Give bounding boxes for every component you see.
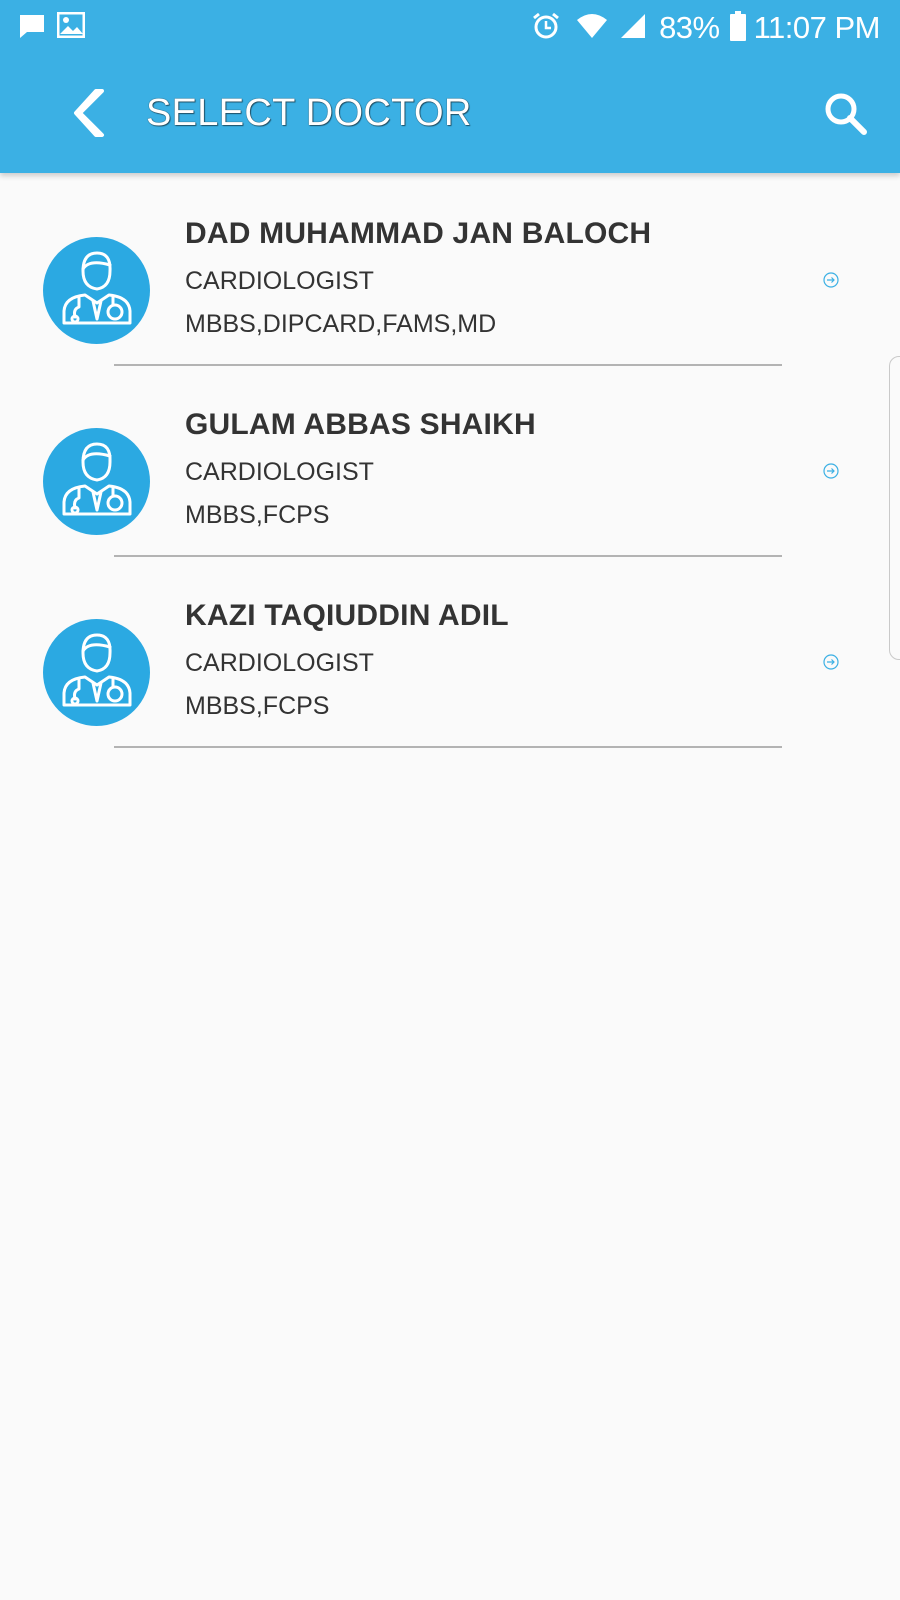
doctor-qualifications: MBBS,DIPCARD,FAMS,MD [185,310,497,338]
doctor-name: DAD MUHAMMAD JAN BALOCH [185,217,652,250]
alarm-icon [531,11,561,46]
list-divider [114,746,782,748]
battery-icon [729,10,746,46]
signal-icon [619,12,647,45]
doctor-list-item[interactable]: DAD MUHAMMAD JAN BALOCH CARDIOLOGIST MBB… [0,173,900,366]
toolbar: SELECT DOCTOR [0,54,900,173]
doctor-icon [62,442,132,516]
doctor-avatar [43,428,150,535]
doctor-icon [62,251,132,325]
doctor-specialty: CARDIOLOGIST [185,458,374,486]
arrow-right-circle-icon[interactable] [822,271,840,289]
doctor-list-item[interactable]: KAZI TAQIUDDIN ADIL CARDIOLOGIST MBBS,FC… [0,555,900,748]
doctor-name: KAZI TAQIUDDIN ADIL [185,599,509,632]
chevron-left-icon [74,89,104,137]
doctor-avatar [43,237,150,344]
doctor-list-item[interactable]: GULAM ABBAS SHAIKH CARDIOLOGIST MBBS,FCP… [0,364,900,557]
wifi-icon [575,12,609,45]
clock: 11:07 PM [753,10,881,45]
doctor-list: DAD MUHAMMAD JAN BALOCH CARDIOLOGIST MBB… [0,173,900,748]
page-title: SELECT DOCTOR [146,92,472,134]
image-icon [56,11,86,43]
doctor-name: GULAM ABBAS SHAIKH [185,408,536,441]
edge-panel-handle[interactable] [889,356,900,660]
app-bar: 83% 11:07 PM SELECT DOCTOR [0,0,900,173]
doctor-avatar [43,619,150,726]
message-icon [18,12,46,45]
search-button[interactable] [818,86,874,142]
battery-percent: 83% [659,10,720,45]
back-button[interactable] [60,80,120,146]
arrow-right-circle-icon[interactable] [822,462,840,480]
doctor-specialty: CARDIOLOGIST [185,649,374,677]
doctor-specialty: CARDIOLOGIST [185,267,374,295]
doctor-icon [62,633,132,707]
doctor-qualifications: MBBS,FCPS [185,501,330,529]
arrow-right-circle-icon[interactable] [822,653,840,671]
status-bar: 83% 11:07 PM [0,0,900,54]
doctor-qualifications: MBBS,FCPS [185,692,330,720]
search-icon [825,93,867,135]
